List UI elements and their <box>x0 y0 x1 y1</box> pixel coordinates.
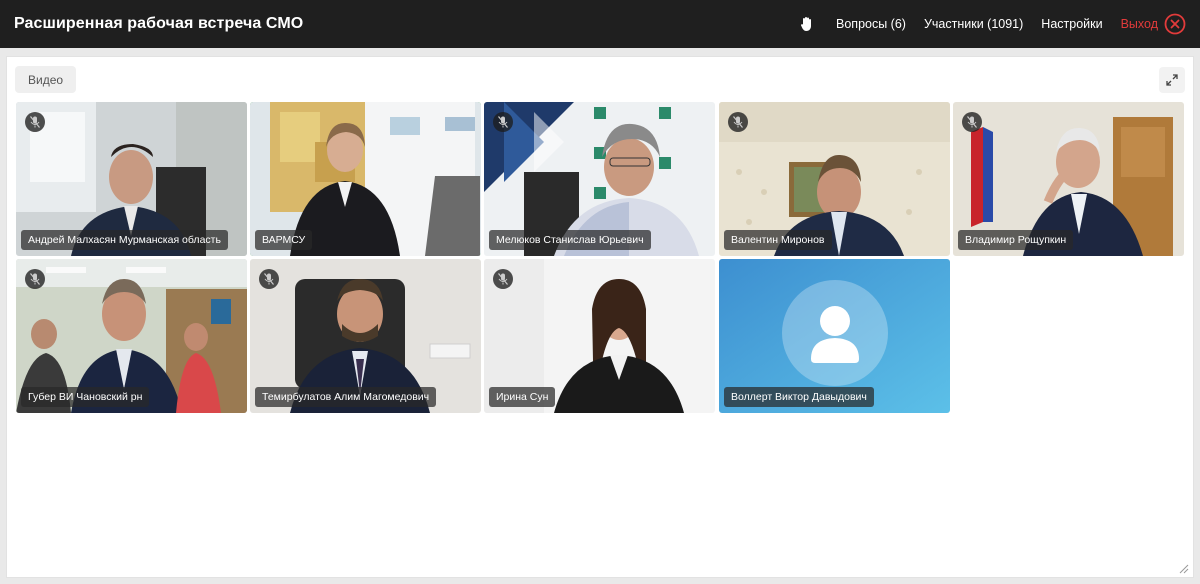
muted-mic-icon <box>25 112 45 132</box>
participant-name: Мелюков Станислав Юрьевич <box>489 230 651 250</box>
muted-mic-icon <box>259 269 279 289</box>
participants-button[interactable]: Участники (1091) <box>924 17 1023 31</box>
participant-name: Губер ВИ Чановский рн <box>21 387 150 407</box>
top-bar: Расширенная рабочая встреча СМО Вопросы … <box>0 0 1200 48</box>
muted-mic-icon <box>962 112 982 132</box>
fullscreen-button[interactable] <box>1159 67 1185 93</box>
muted-mic-icon <box>493 112 513 132</box>
questions-button[interactable]: Вопросы (6) <box>836 17 906 31</box>
participant-tile[interactable]: Валентин Миронов <box>719 102 950 256</box>
resize-handle-icon[interactable] <box>1179 564 1189 574</box>
tab-video[interactable]: Видео <box>15 66 77 93</box>
participant-name: Воллерт Виктор Давыдович <box>724 387 874 407</box>
meeting-title: Расширенная рабочая встреча СМО <box>14 15 304 32</box>
participant-name: Темирбулатов Алим Магомедович <box>255 387 437 407</box>
participant-tile[interactable]: ВАРМСУ <box>250 102 481 256</box>
participant-name: Андрей Малхасян Мурманская область <box>21 230 228 250</box>
participant-tile[interactable]: Владимир Рощупкин <box>953 102 1184 256</box>
participant-tile[interactable]: Темирбулатов Алим Магомедович <box>250 259 481 413</box>
expand-icon <box>1166 74 1178 86</box>
hand-icon <box>801 17 812 31</box>
muted-mic-icon <box>493 269 513 289</box>
participant-tile[interactable]: Ирина Сун <box>484 259 715 413</box>
raise-hand-button[interactable] <box>796 13 818 35</box>
top-nav: Вопросы (6) Участники (1091) Настройки В… <box>796 13 1186 35</box>
participant-tile[interactable]: Мелюков Станислав Юрьевич <box>484 102 715 256</box>
settings-button[interactable]: Настройки <box>1041 17 1102 31</box>
participant-name: Валентин Миронов <box>724 230 832 250</box>
video-panel: Видео Андрей Малхасян Мурманская область <box>6 56 1194 578</box>
participant-tile[interactable]: Губер ВИ Чановский рн <box>16 259 247 413</box>
participant-tile[interactable]: Андрей Малхасян Мурманская область <box>16 102 247 256</box>
participant-name: Ирина Сун <box>489 387 556 407</box>
participant-name: Владимир Рощупкин <box>958 230 1074 250</box>
muted-mic-icon <box>25 269 45 289</box>
participant-tile[interactable]: Воллерт Виктор Давыдович <box>719 259 950 413</box>
participant-name: ВАРМСУ <box>255 230 313 250</box>
close-icon[interactable] <box>1164 13 1186 35</box>
muted-mic-icon <box>728 112 748 132</box>
exit-button[interactable]: Выход <box>1121 17 1158 31</box>
